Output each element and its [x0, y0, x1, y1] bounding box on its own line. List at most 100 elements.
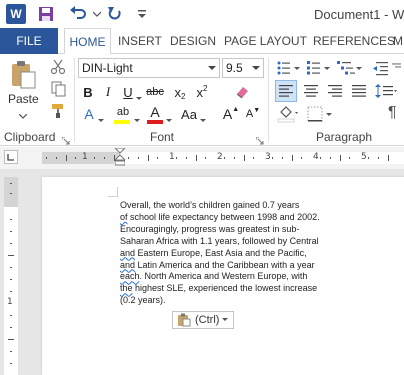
font-name-dropdown-icon[interactable]	[207, 61, 217, 75]
undo-button[interactable]	[66, 3, 90, 25]
redo-button[interactable]	[104, 3, 126, 25]
text-effects-button[interactable]: A	[80, 104, 98, 124]
show-formatting-marks-icon[interactable]: ¶	[388, 104, 397, 122]
change-case-dropdown-icon[interactable]	[200, 112, 206, 126]
font-color-bar	[147, 120, 163, 124]
underline-button[interactable]: U	[120, 82, 136, 102]
horizontal-ruler[interactable]: 1 1 2 3 4 5	[42, 148, 404, 166]
text-line: (0.2 years).	[120, 295, 360, 307]
tab-selector-icon[interactable]	[4, 150, 18, 164]
text-effects-dropdown-icon[interactable]	[98, 112, 104, 126]
tab-insert[interactable]: INSERT	[118, 28, 162, 54]
tab-home[interactable]: HOME	[64, 28, 111, 55]
paste-dropdown-icon[interactable]	[18, 108, 28, 122]
increase-indent-button[interactable]	[392, 58, 404, 78]
format-painter-button[interactable]	[48, 102, 68, 120]
paste-options-button[interactable]: (Ctrl)	[172, 311, 234, 329]
align-right-button[interactable]	[325, 80, 345, 102]
undo-icon	[70, 6, 86, 19]
save-button[interactable]	[36, 3, 56, 25]
copy-button[interactable]	[48, 80, 68, 98]
proofing-flagged-word: and	[120, 247, 136, 258]
customize-quick-access-icon[interactable]	[136, 3, 148, 25]
paste-label[interactable]: Paste	[8, 92, 39, 106]
copy-icon	[51, 81, 66, 97]
line-spacing-button[interactable]	[374, 80, 398, 102]
bold-button[interactable]: B	[80, 82, 96, 102]
change-case-button[interactable]: Aa	[178, 104, 200, 124]
tab-file[interactable]: FILE	[0, 28, 58, 54]
ruler-label: 1	[82, 152, 88, 162]
shrink-font-button[interactable]: A ▼	[244, 104, 262, 124]
ribbon-home: Paste Clipboard DIN-Light 9.5 B I U abc …	[0, 54, 404, 146]
indent-markers-icon[interactable]	[115, 148, 125, 168]
shrink-font-caret-icon: ▼	[253, 106, 261, 114]
font-name-combo[interactable]: DIN-Light	[78, 58, 220, 78]
highlight-dropdown-icon[interactable]	[134, 112, 140, 126]
text-line: of school life expectancy between 1998 a…	[120, 212, 360, 224]
tab-page-layout[interactable]: PAGE LAYOUT	[224, 28, 307, 54]
clear-formatting-button[interactable]	[232, 82, 252, 102]
italic-button[interactable]: I	[100, 82, 116, 102]
text-line: the highest SLE, experienced the lowest …	[120, 283, 360, 295]
increase-indent-icon	[392, 63, 401, 68]
subscript-button[interactable]: x2	[170, 82, 190, 102]
highlight-button[interactable]: ab	[112, 102, 134, 122]
numbering-button[interactable]	[306, 58, 332, 78]
paste-button[interactable]	[8, 60, 38, 90]
ruler-ticks	[46, 155, 389, 161]
font-size-combo[interactable]: 9.5	[222, 58, 264, 78]
align-right-icon	[328, 85, 342, 97]
bullets-button[interactable]	[276, 58, 302, 78]
tab-design[interactable]: DESIGN	[170, 28, 216, 54]
clipboard-icon	[178, 313, 191, 327]
scissors-icon	[50, 59, 66, 75]
justify-button[interactable]	[349, 80, 369, 102]
eraser-icon	[236, 87, 248, 99]
grow-font-label: A	[222, 106, 233, 122]
title-bar: W Document1 - Wo	[0, 0, 404, 28]
underline-dropdown-icon[interactable]	[136, 90, 142, 104]
borders-icon	[307, 106, 332, 122]
font-color-button[interactable]: A	[146, 102, 164, 122]
subscript-mark: 2	[181, 91, 186, 101]
align-left-button[interactable]	[275, 80, 297, 102]
proofing-flagged-word: the	[120, 283, 133, 294]
vertical-ruler[interactable]: 1	[4, 177, 18, 375]
vertical-ruler-ticks	[8, 183, 14, 364]
text-run: highest SLE, experienced the lowest incr…	[132, 283, 318, 294]
word-app-icon[interactable]: W	[6, 4, 26, 24]
highlight-color-bar	[114, 120, 130, 124]
document-page[interactable]: Overall, the world’s children gained 0.7…	[42, 177, 404, 375]
proofing-flagged-word: and	[120, 259, 136, 270]
document-workspace: 1 Overall, the world’s children gained 0…	[0, 169, 404, 375]
font-color-dropdown-icon[interactable]	[166, 112, 172, 126]
undo-dropdown-icon[interactable]	[92, 3, 102, 25]
align-center-button[interactable]	[301, 80, 321, 102]
align-left-icon	[279, 85, 293, 97]
grow-font-button[interactable]: A ▲	[222, 104, 240, 124]
paste-options-dropdown-icon	[222, 318, 229, 321]
shrink-font-label: A	[245, 108, 254, 120]
tab-references[interactable]: REFERENCES	[313, 28, 395, 54]
paragraph-group-label: Paragraph	[316, 130, 373, 144]
ruler-label: 5	[361, 152, 367, 162]
strikethrough-button[interactable]: abc	[144, 82, 166, 102]
multilevel-list-button[interactable]	[336, 58, 364, 78]
borders-button[interactable]	[306, 104, 334, 124]
clipboard-launcher-icon[interactable]	[61, 134, 70, 145]
cut-button[interactable]	[48, 58, 68, 76]
decrease-indent-button[interactable]	[370, 58, 390, 78]
justify-icon	[352, 85, 366, 97]
shading-button[interactable]	[276, 104, 300, 124]
font-launcher-icon[interactable]	[255, 134, 264, 145]
text-line: Encouragingly, progress was greatest in …	[120, 224, 360, 236]
ruler-label: 4	[313, 152, 319, 162]
font-size-dropdown-icon[interactable]	[251, 61, 261, 75]
format-painter-icon	[52, 104, 63, 118]
ruler-label: 2	[217, 152, 223, 162]
tab-mailings[interactable]: M	[393, 28, 403, 54]
text-run: (0.2 years).	[120, 295, 166, 306]
document-body[interactable]: Overall, the world’s children gained 0.7…	[120, 200, 360, 307]
superscript-button[interactable]: x2	[192, 82, 212, 102]
